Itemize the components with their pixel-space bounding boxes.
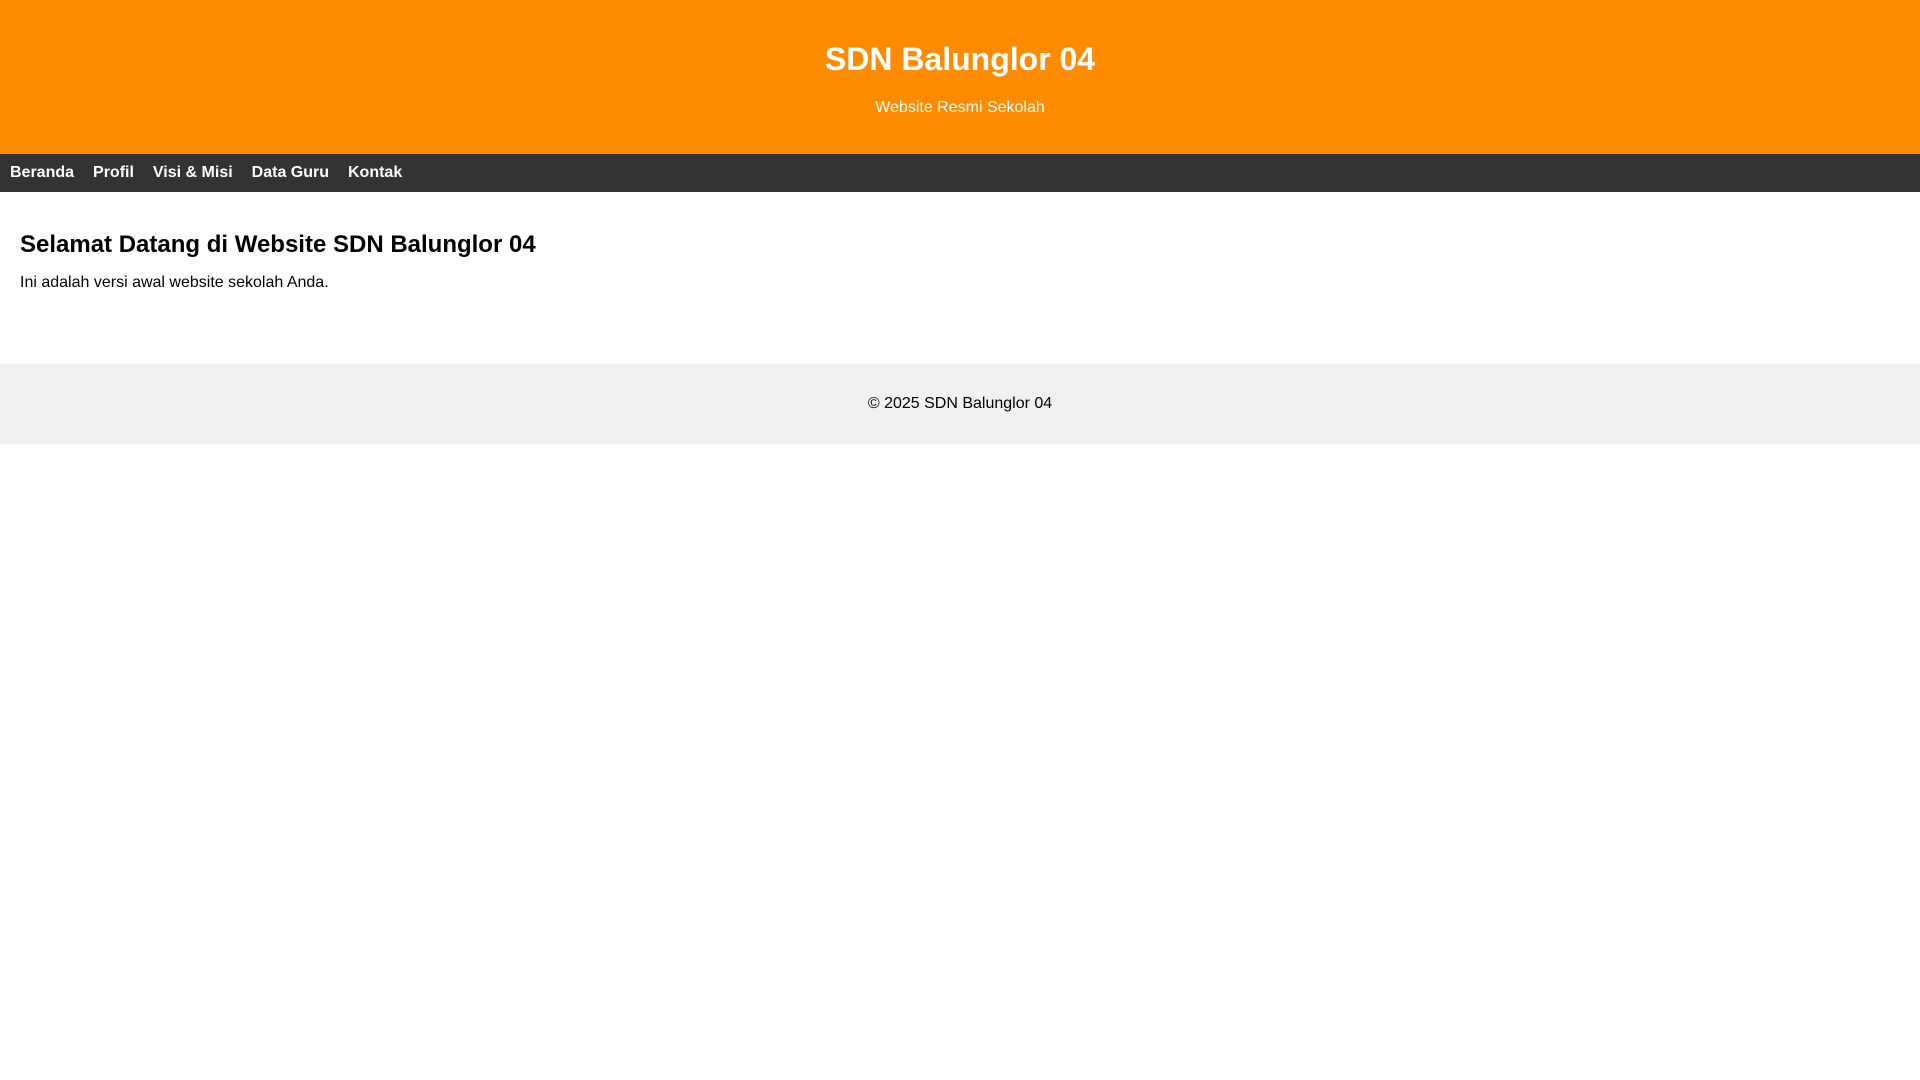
site-footer: © 2025 SDN Balunglor 04 (0, 364, 1920, 444)
nav-link-profil[interactable]: Profil (93, 163, 134, 183)
main-content: Selamat Datang di Website SDN Balunglor … (0, 192, 1920, 364)
site-title: SDN Balunglor 04 (824, 41, 1096, 77)
site-header: SDN Balunglor 04 Website Resmi Sekolah (0, 0, 1920, 154)
nav-link-kontak[interactable]: Kontak (348, 163, 402, 183)
nav-link-visi-misi[interactable]: Visi & Misi (153, 163, 233, 183)
nav-link-data-guru[interactable]: Data Guru (252, 163, 329, 183)
welcome-heading: Selamat Datang di Website SDN Balunglor … (20, 231, 536, 258)
welcome-text: Ini adalah versi awal website sekolah An… (20, 274, 329, 291)
main-nav: Beranda Profil Visi & Misi Data Guru Kon… (0, 154, 1920, 192)
footer-copyright: © 2025 SDN Balunglor 04 (867, 395, 1053, 412)
site-subtitle: Website Resmi Sekolah (875, 99, 1045, 116)
nav-link-beranda[interactable]: Beranda (10, 163, 74, 183)
